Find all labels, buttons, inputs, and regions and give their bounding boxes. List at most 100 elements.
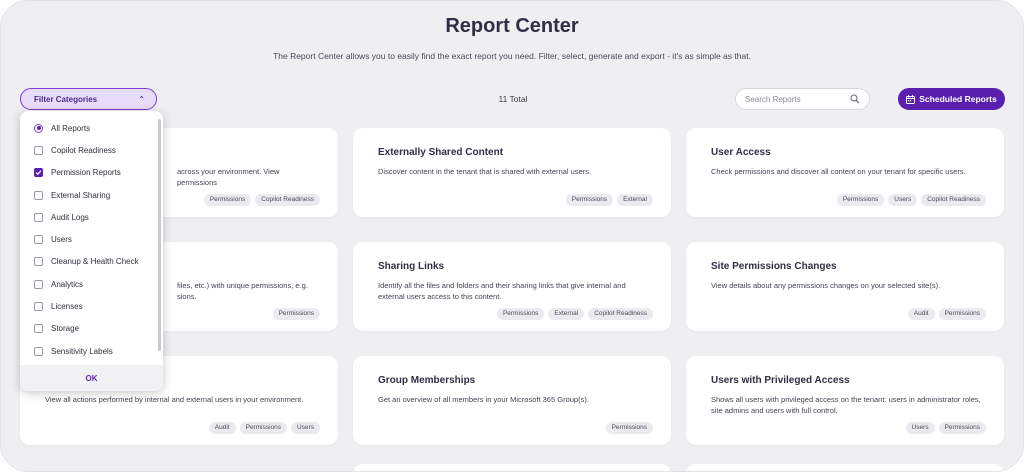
tag: Permissions [605,422,653,434]
filter-option-copilot-readiness[interactable]: Copilot Readiness [20,139,160,161]
filter-option-label: Licenses [51,302,83,312]
card-description: Discover content in the tenant that is s… [378,167,592,176]
tag: Permissions [496,308,545,320]
tag: Permissions [203,194,252,206]
card-title: Site Permissions Changes [711,261,837,272]
filter-option-label: Users [51,235,72,245]
filter-categories-label: Filter Categories [34,94,98,104]
card-title: Users with Privileged Access [711,375,850,386]
report-card[interactable]: Users with Privileged Access Shows all u… [686,356,1004,445]
card-description: View details about any permissions chang… [711,281,941,290]
dropdown-footer: OK [20,365,163,391]
filter-option-label: Audit Logs [51,212,89,222]
card-tags: Permissions [605,422,653,434]
card-description: Check permissions and discover all conte… [711,167,966,176]
card-description: Get an overview of all members in your M… [378,395,589,404]
dropdown-scrollbar[interactable] [158,119,161,351]
card-title: Externally Shared Content [378,147,504,158]
filter-categories-dropdown: All Reports Copilot Readiness Permission… [20,111,163,391]
report-card-partial[interactable] [353,464,671,471]
checkbox-icon[interactable] [34,346,43,356]
report-card[interactable]: Sharing Links Identify all the files and… [353,242,671,331]
card-title: Group Memberships [378,375,476,386]
checkbox-icon[interactable] [34,324,43,334]
card-title: User Access [711,147,771,158]
tag: Permissions [938,422,986,434]
checkbox-icon[interactable] [34,279,43,289]
filter-option-permission-reports[interactable]: Permission Reports [20,162,160,184]
report-card[interactable]: Group Memberships Get an overview of all… [353,356,671,445]
filter-option-label: Analytics [51,279,84,289]
report-card[interactable]: Site Permissions Changes View details ab… [686,242,1004,331]
checkbox-icon[interactable] [34,212,43,222]
filter-option-label: Permission Reports [51,168,121,178]
filter-option-label: Storage [51,324,80,334]
filter-option-cleanup-health-check[interactable]: Cleanup & Health Check [20,251,160,273]
report-card[interactable]: User Access Check permissions and discov… [686,128,1004,217]
card-description: files, etc.) with unique permissions, e.… [177,281,308,301]
checkbox-icon[interactable] [34,145,43,155]
filter-option-users[interactable]: Users [20,228,160,250]
card-tags: Permissions Copilot Readiness [203,194,320,206]
report-card[interactable]: Externally Shared Content Discover conte… [353,128,671,217]
checkbox-checked-icon[interactable] [34,168,43,178]
search-input[interactable] [745,94,840,104]
filter-option-all-reports[interactable]: All Reports [20,117,160,139]
scheduled-reports-label: Scheduled Reports [919,94,997,104]
total-count: 11 Total [498,94,528,104]
tag: Permissions [272,308,320,320]
filter-option-external-sharing[interactable]: External Sharing [20,184,160,206]
filter-categories-button[interactable]: Filter Categories ⌃ [20,88,157,110]
search-box[interactable] [735,88,870,110]
card-tags: Audit Permissions [907,308,986,320]
card-description: Identify all the files and folders and t… [378,281,626,301]
checkbox-icon[interactable] [34,235,43,245]
card-tags: Audit Permissions Users [208,422,320,434]
tag: Permissions [565,194,614,206]
card-tags: Permissions Users Copilot Readiness [836,194,986,206]
chevron-up-icon: ⌃ [138,94,145,104]
filter-option-label: All Reports [51,123,91,133]
card-title: Sharing Links [378,261,445,272]
card-tags: Permissions External Copilot Readiness [496,308,653,320]
calendar-icon [906,94,916,104]
tag: Permissions [938,308,986,320]
tag: Users [291,422,320,434]
tag: Copilot Readiness [921,194,986,206]
report-card-partial[interactable] [686,464,1004,471]
tag: Permissions [239,422,288,434]
filter-option-label: Cleanup & Health Check [51,257,139,267]
filter-option-storage[interactable]: Storage [20,318,160,340]
tag: Copilot Readiness [255,194,320,206]
checkbox-icon[interactable] [34,190,43,200]
checkbox-icon[interactable] [34,257,43,267]
page-subtitle: The Report Center allows you to easily f… [273,51,751,61]
report-center-page: Report Center The Report Center allows y… [0,0,1024,472]
checkbox-icon[interactable] [34,302,43,312]
page-title: Report Center [445,15,579,37]
tag: Audit [907,308,935,320]
tag: Copilot Readiness [588,308,653,320]
filter-option-label: External Sharing [51,190,111,200]
filter-option-licenses[interactable]: Licenses [20,295,160,317]
tag: Permissions [836,194,885,206]
filter-option-audit-logs[interactable]: Audit Logs [20,206,160,228]
card-description: View all actions performed by internal a… [45,395,304,404]
search-icon[interactable] [850,94,860,104]
filter-options-list: All Reports Copilot Readiness Permission… [20,117,160,362]
filter-option-label: Copilot Readiness [51,145,116,155]
card-tags: Permissions External [565,194,653,206]
scheduled-reports-button[interactable]: Scheduled Reports [898,88,1005,110]
ok-button[interactable]: OK [86,374,98,383]
card-tags: Permissions [272,308,320,320]
filter-option-analytics[interactable]: Analytics [20,273,160,295]
radio-selected-icon[interactable] [34,123,43,133]
tag: Users [905,422,935,434]
filter-option-sensitivity-labels[interactable]: Sensitivity Labels [20,340,160,362]
tag: Users [888,194,918,206]
card-description: Shows all users with privileged access o… [711,395,981,415]
tag: External [548,308,585,320]
filter-option-label: Sensitivity Labels [51,346,113,356]
tag: External [617,194,653,206]
card-tags: Users Permissions [905,422,986,434]
